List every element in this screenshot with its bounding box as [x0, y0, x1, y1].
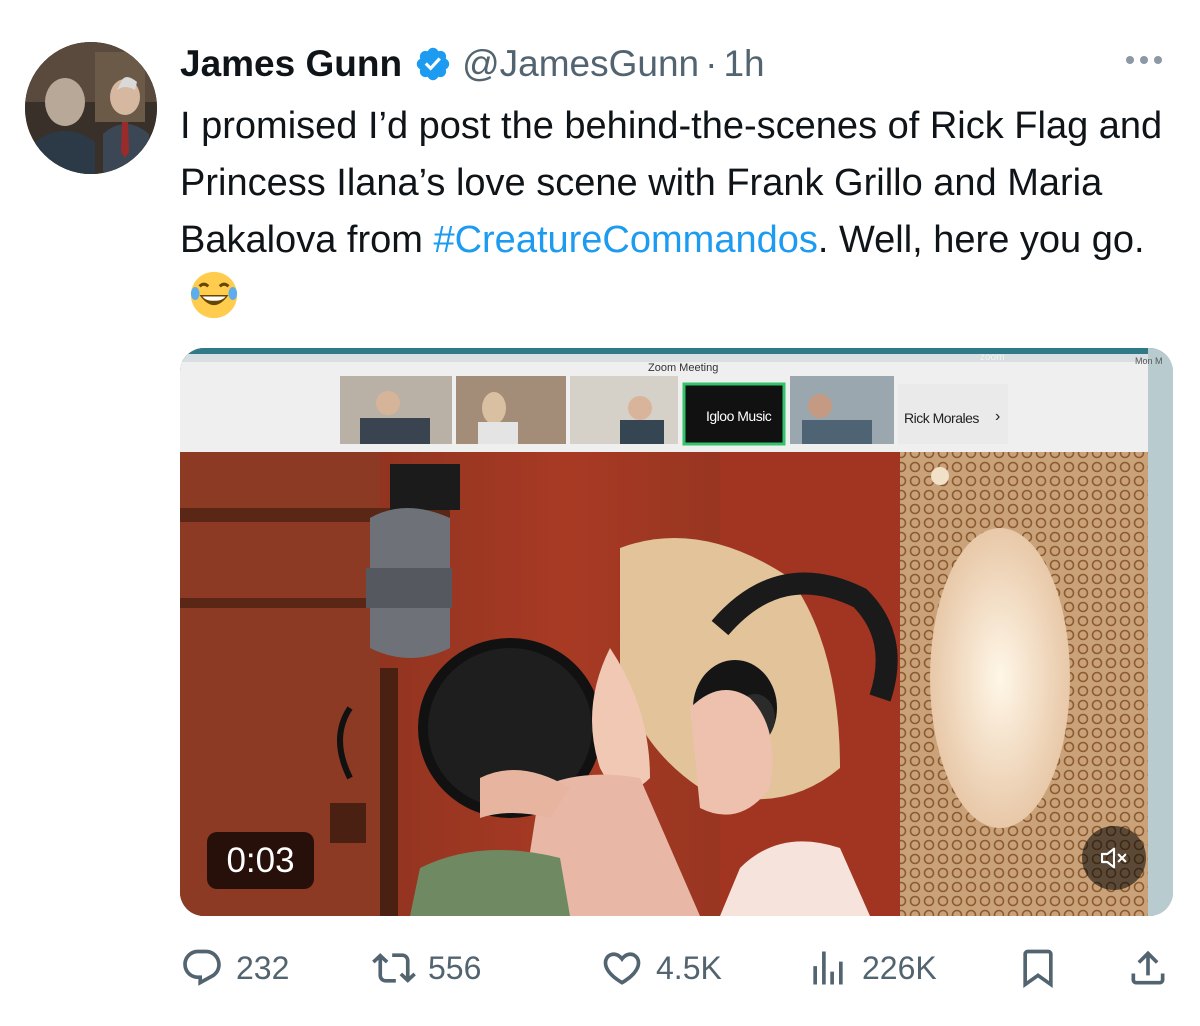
laughing-emoji-icon — [190, 271, 238, 319]
more-icon[interactable] — [1126, 56, 1162, 64]
menubar-clock: Mon M — [1135, 356, 1163, 366]
author-handle[interactable]: @JamesGunn — [462, 43, 699, 85]
participant-tile-label: Igloo Music — [706, 408, 772, 424]
like-count: 4.5K — [656, 949, 722, 986]
tweet-header: James Gunn @JamesGunn · 1h — [180, 40, 765, 88]
verified-icon — [416, 47, 450, 81]
avatar-photo — [25, 42, 157, 174]
more-dot — [1140, 56, 1148, 64]
next-participants-arrow: › — [995, 408, 1000, 425]
author-name[interactable]: James Gunn — [180, 43, 402, 85]
reply-icon — [183, 949, 221, 986]
tweet-actions: 232 556 4.5K 226K — [180, 940, 1180, 996]
video-duration-badge: 0:03 — [207, 832, 314, 889]
participant-tile-label: Rick Morales — [904, 410, 979, 426]
like-icon — [603, 952, 641, 985]
video-frame — [180, 348, 1173, 916]
video-player[interactable]: Zoom Meeting zoom Mon M Igloo Music Rick… — [180, 348, 1173, 916]
repost-icon — [372, 953, 416, 983]
repost-count: 556 — [428, 949, 482, 986]
author-avatar[interactable] — [25, 42, 157, 174]
share-button[interactable] — [1126, 940, 1170, 996]
more-dot — [1154, 56, 1162, 64]
mute-button[interactable] — [1082, 826, 1146, 890]
tweet-text-tail: . Well, here you go. — [817, 219, 1145, 261]
repost-button[interactable]: 556 — [372, 940, 481, 996]
views-count: 226K — [862, 949, 937, 986]
reply-button[interactable]: 232 — [180, 940, 289, 996]
more-dot — [1126, 56, 1134, 64]
header-separator: · — [705, 43, 718, 84]
menubar-app: zoom — [980, 352, 1005, 363]
bookmark-icon — [1023, 949, 1053, 989]
tweet-timestamp[interactable]: 1h — [723, 43, 764, 85]
bookmark-button[interactable] — [1016, 940, 1060, 996]
share-icon — [1131, 950, 1165, 985]
reply-count: 232 — [236, 949, 290, 986]
views-icon — [813, 951, 843, 985]
tweet-text: I promised I’d post the behind-the-scene… — [180, 98, 1180, 328]
like-button[interactable]: 4.5K — [600, 940, 722, 996]
views-button[interactable]: 226K — [806, 940, 937, 996]
zoom-window-title: Zoom Meeting — [648, 362, 719, 374]
hashtag-link[interactable]: #CreatureCommandos — [433, 219, 817, 261]
mute-icon — [1100, 847, 1127, 869]
